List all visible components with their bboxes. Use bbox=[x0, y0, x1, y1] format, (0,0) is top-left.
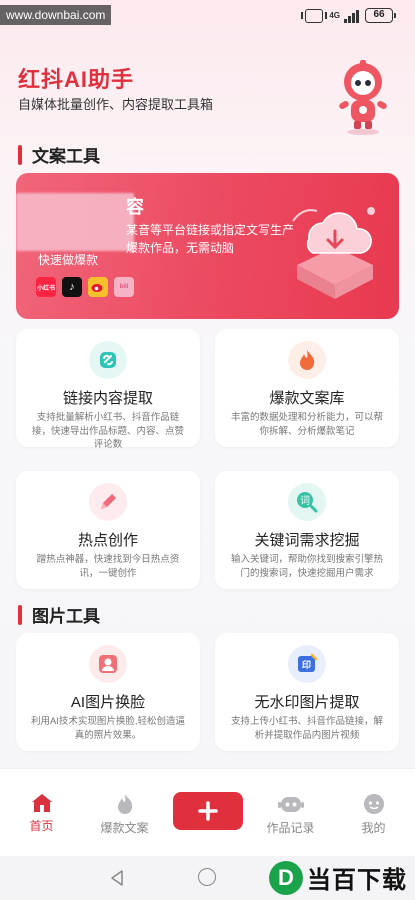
brand-logo-icon: D bbox=[269, 860, 303, 895]
system-nav-bar: D 当百下载 bbox=[0, 856, 415, 900]
nav-label: 作品记录 bbox=[266, 821, 315, 835]
section-title-image-tools: 图片工具 bbox=[18, 602, 100, 627]
status-icons: 4G 66 bbox=[301, 8, 396, 23]
robot-face-icon bbox=[277, 797, 304, 812]
watermark-text: www.downbai.com bbox=[0, 5, 112, 25]
card-description: 丰富的数据处理和分析能力，可以帮你拆解、分析爆款笔记 bbox=[230, 412, 383, 437]
banner-title: 容 bbox=[126, 197, 144, 217]
link-icon bbox=[89, 341, 127, 379]
card-description: 利用AI技术实现图片换脸,轻松创造逼真的照片效果。 bbox=[30, 716, 186, 741]
card-title: 链接内容提取 bbox=[62, 390, 153, 407]
vibrate-icon bbox=[301, 8, 328, 23]
watermark-remove-icon: 印 bbox=[288, 645, 326, 683]
nav-create[interactable] bbox=[166, 769, 249, 856]
card-description: 支持上传小红书、抖音作品链接，解析并提取作品内图片视频 bbox=[230, 716, 383, 741]
app-subtitle: 自媒体批量创作、内容提取工具箱 bbox=[18, 97, 214, 112]
svg-text:词: 词 bbox=[300, 495, 310, 507]
battery-icon: 66 bbox=[365, 8, 396, 23]
banner-description: 某音等平台链接或指定文写生产爆款作品，无需动脑 bbox=[126, 223, 295, 255]
pencil-icon bbox=[89, 483, 127, 521]
face-swap-icon bbox=[89, 645, 127, 683]
network-type: 4G bbox=[329, 11, 340, 20]
card-description: 蹭热点神器，快速找到今日热点资讯，一键创作 bbox=[36, 554, 180, 579]
tool-card-link-extract[interactable]: 链接内容提取 支持批量解析小红书、抖音作品链接，快速导出作品标题、内容、点赞评论… bbox=[16, 329, 200, 450]
section-label: 图片工具 bbox=[32, 607, 100, 626]
svg-text:印: 印 bbox=[302, 659, 311, 671]
nav-label: 首页 bbox=[29, 819, 54, 833]
card-title: 爆款文案库 bbox=[269, 390, 345, 407]
section-accent-bar bbox=[18, 144, 22, 165]
tool-card-hot-copy-library[interactable]: 爆款文案库 丰富的数据处理和分析能力，可以帮你拆解、分析爆款笔记 bbox=[215, 329, 399, 447]
profile-face-icon bbox=[363, 794, 384, 814]
nav-mine[interactable]: 我的 bbox=[332, 769, 415, 856]
tool-card-keyword-mining[interactable]: 词 关键词需求挖掘 输入关键词，帮助你找到搜索引擎热门的搜索词，快速挖掘用户需求 bbox=[215, 471, 399, 589]
nav-label: 我的 bbox=[361, 821, 386, 835]
home-circle-icon[interactable] bbox=[198, 868, 216, 886]
douyin-icon: ♪ bbox=[62, 277, 82, 297]
section-label: 文案工具 bbox=[32, 147, 100, 166]
blurred-region bbox=[16, 193, 134, 251]
card-title: 关键词需求挖掘 bbox=[254, 532, 360, 549]
nav-works[interactable]: 作品记录 bbox=[249, 769, 332, 856]
weibo-icon bbox=[88, 277, 108, 297]
flame-icon bbox=[117, 794, 132, 814]
bilibili-icon: bili bbox=[114, 277, 134, 297]
card-title: 无水印图片提取 bbox=[254, 694, 360, 711]
robot-mascot-icon bbox=[339, 60, 387, 135]
cloud-link-illustration-icon bbox=[292, 207, 375, 299]
platform-icons: 小红书 ♪ bili bbox=[36, 277, 134, 297]
flame-icon bbox=[288, 341, 326, 379]
nav-home[interactable]: 首页 bbox=[0, 769, 83, 856]
status-bar: www.downbai.com 4G 66 bbox=[0, 0, 415, 36]
bottom-nav: 首页 爆款文案 作品记录 我的 bbox=[0, 768, 415, 856]
tool-card-watermark-free-extract[interactable]: 印 无水印图片提取 支持上传小红书、抖音作品链接，解析并提取作品内图片视频 bbox=[215, 633, 399, 751]
banner-subtitle: 快速做爆款 bbox=[38, 253, 99, 267]
plus-icon bbox=[197, 801, 218, 821]
feature-banner[interactable]: 容 某音等平台链接或指定文写生产爆款作品，无需动脑 快速做爆款 小红书 ♪ bi… bbox=[16, 173, 399, 319]
back-triangle-icon[interactable] bbox=[109, 869, 125, 887]
card-title: 热点创作 bbox=[77, 532, 138, 549]
tool-card-ai-face-swap[interactable]: AI图片换脸 利用AI技术实现图片换脸,轻松创造逼真的照片效果。 bbox=[16, 633, 200, 751]
home-icon bbox=[31, 794, 52, 812]
card-description: 输入关键词，帮助你找到搜索引擎热门的搜索词，快速挖掘用户需求 bbox=[230, 554, 383, 579]
section-accent-bar bbox=[18, 604, 22, 625]
section-title-copy-tools: 文案工具 bbox=[18, 142, 100, 167]
keyword-search-icon: 词 bbox=[288, 483, 326, 521]
site-brand: D 当百下载 bbox=[269, 860, 407, 895]
tool-card-hot-topic-create[interactable]: 热点创作 蹭热点神器，快速找到今日热点资讯，一键创作 bbox=[16, 471, 200, 589]
xiaohongshu-icon: 小红书 bbox=[36, 277, 56, 297]
create-plus-button[interactable] bbox=[172, 792, 243, 830]
nav-label: 爆款文案 bbox=[100, 821, 149, 835]
app-title: 红抖AI助手 bbox=[18, 67, 135, 92]
card-title: AI图片换脸 bbox=[70, 694, 146, 711]
brand-text: 当百下载 bbox=[307, 867, 407, 894]
card-description: 支持批量解析小红书、抖音作品链接，快速导出作品标题、内容、点赞评论数 bbox=[31, 412, 184, 450]
nav-hot-copy[interactable]: 爆款文案 bbox=[83, 769, 166, 856]
signal-icon bbox=[344, 9, 359, 23]
